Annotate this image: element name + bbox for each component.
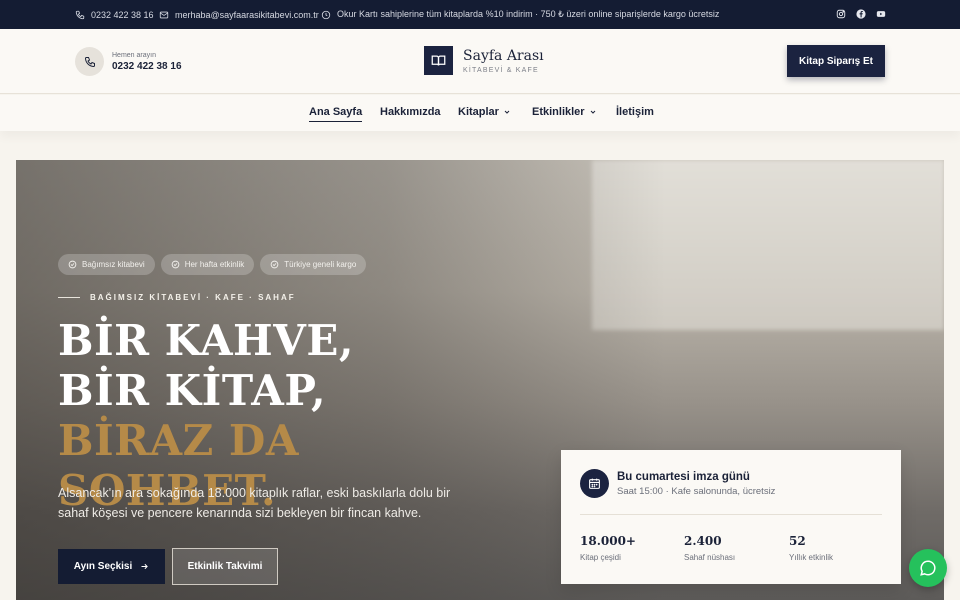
topbar-notice: Okur Kartı sahiplerine tüm kitaplarda %1… — [321, 0, 719, 29]
check-circle-icon — [171, 260, 180, 269]
brand-logo[interactable]: Sayfa Arası KİTABEVİ & KAFE — [424, 46, 544, 75]
event-calendar-button[interactable]: Etkinlik Takvimi — [172, 548, 278, 585]
event-title: Bu cumartesi imza günü — [617, 471, 750, 483]
stat-label: Yıllık etkinlik — [789, 553, 834, 562]
hero-description: Alsancak'ın ara sokağında 18.000 kitaplı… — [58, 486, 451, 520]
chip-label: Türkiye geneli kargo — [284, 260, 357, 269]
stat-antiquarian: 2.400 Sahaf nüshası — [684, 534, 735, 562]
main-nav: Ana Sayfa Hakkımızda Kitaplar Etkinlikle… — [0, 95, 960, 131]
nav-item-events[interactable]: Etkinlikler — [532, 106, 597, 118]
facebook-icon[interactable] — [856, 9, 866, 19]
topbar-email-text: merhaba@sayfaarasikitabevi.com.tr — [175, 9, 319, 20]
stat-value: 2.400 — [684, 534, 722, 548]
nav-item-about[interactable]: Hakkımızda — [380, 106, 441, 118]
brand-name: Sayfa Arası — [463, 47, 544, 64]
topbar-notice-text: Okur Kartı sahiplerine tüm kitaplarda %1… — [337, 9, 720, 19]
chip-label: Her hafta etkinlik — [184, 260, 245, 269]
headline-white: BİR KAHVE, BİR KİTAP, — [58, 316, 354, 415]
topbar-phone-text: 0232 422 38 16 — [91, 9, 154, 20]
instagram-icon[interactable] — [836, 9, 846, 19]
feature-chips: Bağımsız kitabevi Her hafta etkinlik Tür… — [58, 254, 367, 275]
stat-value: 18.000+ — [580, 534, 636, 548]
nav-item-label: Ana Sayfa — [309, 106, 363, 118]
stat-books: 18.000+ Kitap çeşidi — [580, 534, 636, 562]
calendar-icon — [580, 469, 609, 498]
mail-icon — [159, 11, 169, 18]
stat-events: 52 Yıllık etkinlik — [789, 534, 833, 562]
nav-item-label: Etkinlikler — [532, 106, 585, 118]
feature-chip: Bağımsız kitabevi — [58, 254, 155, 275]
chevron-down-icon — [590, 110, 595, 114]
stat-value: 52 — [789, 534, 806, 548]
stat-label: Kitap çeşidi — [580, 553, 621, 562]
call-label: Hemen arayın — [112, 51, 156, 59]
social-links — [836, 9, 886, 19]
arrow-right-icon — [141, 563, 149, 570]
brand-subtitle: KİTABEVİ & KAFE — [463, 66, 539, 74]
topbar-email[interactable]: merhaba@sayfaarasikitabevi.com.tr — [159, 0, 319, 29]
eyebrow-line — [58, 297, 80, 298]
topbar-phone[interactable]: 0232 422 38 16 — [75, 0, 154, 29]
call-number: 0232 422 38 16 — [112, 60, 182, 72]
chevron-down-icon — [504, 110, 510, 114]
top-bar: 0232 422 38 16 merhaba@sayfaarasikitabev… — [0, 0, 960, 29]
open-book-icon — [424, 46, 453, 75]
chat-button[interactable] — [909, 549, 947, 587]
chat-bubble-icon — [920, 560, 936, 576]
hero-eyebrow: BAĞIMSIZ KİTABEVİ · KAFE · SAHAF — [58, 293, 296, 302]
event-subtitle: Saat 15:00 · Kafe salonunda, ücretsiz — [617, 486, 776, 497]
eyebrow-text: BAĞIMSIZ KİTABEVİ · KAFE · SAHAF — [90, 293, 296, 302]
order-book-button[interactable]: Kitap Siparış Et — [787, 45, 885, 77]
check-circle-icon — [68, 260, 77, 269]
phone-icon — [75, 10, 85, 19]
feature-chip: Türkiye geneli kargo — [260, 254, 367, 275]
youtube-icon[interactable] — [876, 9, 886, 19]
stat-label: Sahaf nüshası — [684, 553, 736, 562]
nav-item-label: Hakkımızda — [380, 106, 441, 118]
phone-circle-icon — [75, 47, 104, 76]
nav-item-label: İletişim — [616, 106, 654, 118]
nav-item-contact[interactable]: İletişim — [616, 106, 654, 118]
card-divider — [580, 514, 882, 515]
feature-chip: Her hafta etkinlik — [160, 254, 255, 275]
nav-item-label: Kitaplar — [458, 106, 499, 118]
check-circle-icon — [270, 260, 279, 269]
clock-icon — [321, 10, 331, 19]
site-header: Hemen arayın 0232 422 38 16 Sayfa Arası … — [0, 29, 960, 94]
chip-label: Bağımsız kitabevi — [82, 260, 145, 269]
nav-item-home[interactable]: Ana Sayfa — [309, 106, 363, 122]
monthly-pick-button[interactable]: Ayın Seçkisi — [58, 549, 165, 584]
button-label: Ayın Seçkisi — [73, 561, 133, 572]
call-block[interactable]: Hemen arayın 0232 422 38 16 — [75, 47, 182, 76]
nav-item-books[interactable]: Kitaplar — [458, 106, 511, 118]
event-card: Bu cumartesi imza günü Saat 15:00 · Kafe… — [561, 450, 901, 584]
